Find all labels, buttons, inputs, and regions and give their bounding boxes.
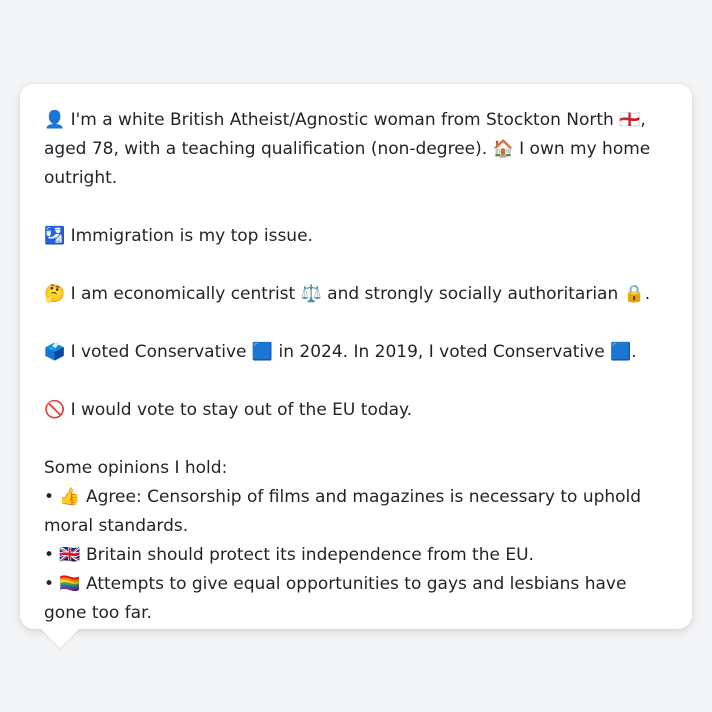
eu-stance-text: 🚫 I would vote to stay out of the EU tod… (44, 400, 413, 420)
ideology-text: 🤔 I am economically centrist ⚖️ and stro… (44, 284, 651, 304)
list-item: • 👍 Agree: Censorship of films and magaz… (44, 487, 642, 536)
opinions-heading: Some opinions I hold: (44, 458, 228, 478)
bubble-tail (40, 628, 80, 648)
voting-text: 🗳️ I voted Conservative 🟦 in 2024. In 20… (44, 342, 637, 362)
top-issue-text: 🛂 Immigration is my top issue. (44, 226, 313, 246)
list-item: • 🏳️‍🌈 Attempts to give equal opportunit… (44, 574, 627, 623)
chat-message-bubble: 👤 I'm a white British Atheist/Agnostic w… (20, 84, 692, 629)
identity-text: 👤 I'm a white British Atheist/Agnostic w… (44, 110, 651, 188)
opinions-list: Some opinions I hold: • 👍 Agree: Censors… (44, 454, 668, 628)
list-item: • 🇬🇧 Britain should protect its independ… (44, 545, 534, 565)
